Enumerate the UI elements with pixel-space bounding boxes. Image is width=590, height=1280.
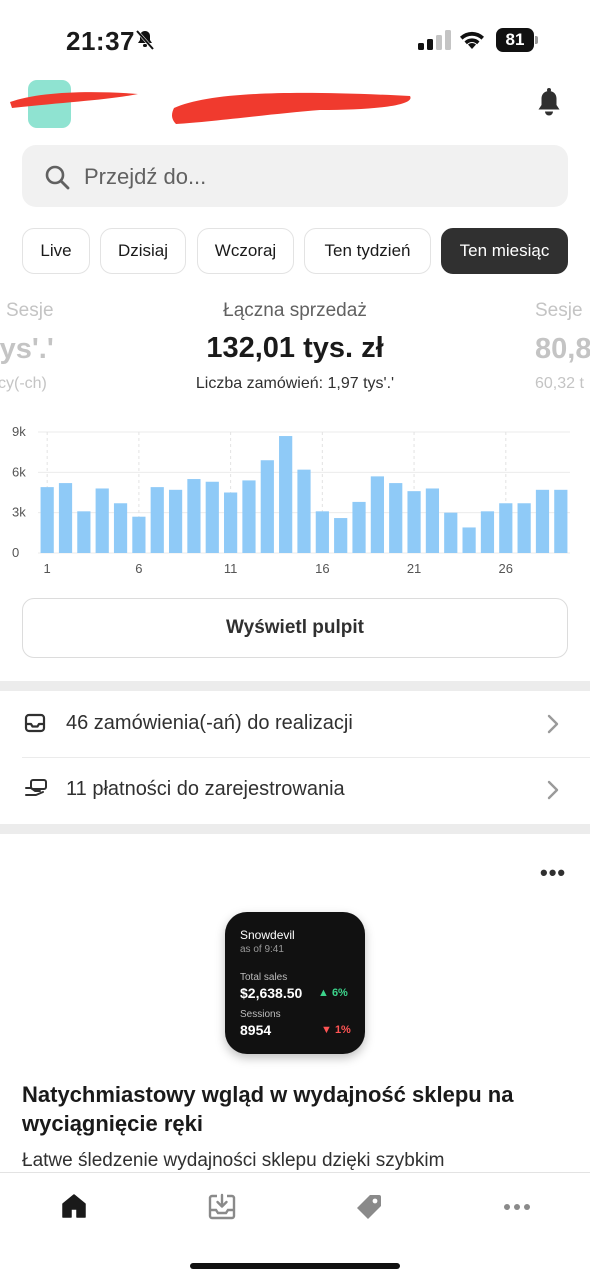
chart-bar: [113, 503, 128, 553]
task-row-orders[interactable]: 46 zamówienia(-ań) do realizacji: [0, 692, 590, 756]
chart-bar: [370, 476, 384, 553]
watch-store-name: Snowdevil: [240, 928, 295, 942]
task-row-payments[interactable]: 11 płatności do zarejestrowania: [0, 758, 590, 822]
metric-center-label: Łączna sprzedaż: [223, 300, 367, 321]
more-icon[interactable]: [503, 1203, 531, 1211]
metric-center-sub: Liczba zamówień: 1,97 tys'.': [195, 375, 395, 392]
date-range-chips: Live Dzisiaj Wczoraj Ten tydzień Ten mie…: [22, 228, 568, 274]
chevron-right-icon: [547, 714, 559, 734]
more-options-button[interactable]: •••: [540, 860, 566, 886]
chart-bar: [224, 492, 238, 553]
chart-x-tick: 11: [224, 561, 238, 576]
chart-bar: [444, 512, 458, 553]
app-header: [0, 76, 590, 132]
chart-bar: [315, 511, 329, 553]
battery-level: 81: [496, 28, 534, 52]
cellular-signal-icon: [418, 30, 451, 50]
chart-bar: [150, 487, 164, 553]
chart-x-tick: 16: [315, 561, 329, 576]
watch-sales-value: $2,638.50: [240, 985, 303, 1001]
chart-bar: [132, 516, 146, 553]
home-icon[interactable]: [61, 1193, 87, 1219]
task-text-payments: 11 płatności do zarejestrowania: [66, 778, 345, 800]
task-text-orders: 46 zamówienia(-ań) do realizacji: [66, 712, 353, 734]
chart-bar: [168, 489, 183, 553]
view-dashboard-button[interactable]: Wyświetl pulpit: [22, 598, 568, 658]
chart-bar: [499, 503, 513, 553]
bottom-tab-bar: [0, 1172, 590, 1280]
inbox-icon: [24, 713, 46, 733]
chart-bar: [242, 480, 256, 553]
redaction-mark: [172, 92, 411, 124]
metric-center-value: 132,01 tys. zł: [206, 332, 384, 364]
notification-bell-icon[interactable]: [536, 88, 562, 118]
chart-x-tick: 21: [407, 561, 421, 576]
chart-bar: [480, 511, 495, 553]
sales-bar-chart[interactable]: 0 3k 6k 9k 1 6 11 16 21 26: [0, 420, 590, 585]
promo-body: Łatwe śledzenie wydajności sklepu dzięki…: [22, 1150, 445, 1171]
metric-right-sub: 60,32 t: [535, 375, 584, 392]
chart-bar: [297, 469, 311, 553]
search-bar[interactable]: Przejdź do...: [22, 145, 568, 207]
wifi-icon: [460, 31, 484, 49]
chart-bar: [352, 501, 366, 553]
status-bar: 21:37 81: [0, 0, 590, 80]
watch-sales-label: Total sales: [240, 972, 288, 983]
chart-x-tick: 6: [135, 561, 142, 576]
chart-bar: [77, 511, 91, 553]
chart-bar: [425, 488, 440, 553]
chip-today[interactable]: Dzisiaj: [100, 228, 186, 274]
chart-bar: [95, 488, 109, 553]
chevron-right-icon: [547, 780, 559, 800]
chart-bar: [260, 460, 274, 553]
chart-y-tick: 0: [12, 545, 19, 560]
metrics-carousel[interactable]: Sesje tys'.' cy(-ch) Łączna sprzedaż 132…: [0, 296, 590, 406]
chart-x-tick: 26: [499, 561, 513, 576]
section-divider: [0, 681, 590, 691]
watch-as-of: as of 9:41: [240, 944, 284, 955]
muted-bell-icon: [135, 30, 155, 50]
chart-y-tick: 3k: [12, 505, 26, 520]
battery-indicator: 81: [496, 28, 540, 52]
status-time: 21:37: [66, 26, 135, 56]
chip-yesterday[interactable]: Wczoraj: [197, 228, 294, 274]
watch-sales-change: ▲ 6%: [318, 987, 348, 999]
chart-x-tick: 1: [44, 561, 51, 576]
chart-bar: [187, 479, 201, 553]
chart-bar: [389, 483, 403, 553]
metric-right-value: 80,8: [535, 333, 590, 365]
chip-this-month[interactable]: Ten miesiąc: [441, 228, 568, 274]
chart-y-tick: 6k: [12, 464, 26, 479]
chart-bar: [517, 503, 531, 553]
redaction-mark: [10, 92, 138, 108]
chart-bar: [334, 518, 348, 553]
home-indicator: [190, 1263, 400, 1269]
watch-sessions-value: 8954: [240, 1022, 272, 1038]
watch-sessions-label: Sessions: [240, 1009, 281, 1020]
watch-sessions-change: ▼ 1%: [321, 1024, 351, 1036]
chart-bar: [407, 491, 421, 553]
smartwatch-illustration: Snowdevil as of 9:41 Total sales $2,638.…: [225, 912, 365, 1054]
search-icon: [45, 165, 70, 190]
chip-this-week[interactable]: Ten tydzień: [304, 228, 431, 274]
promo-title: Natychmiastowy wgląd w wydajność sklepu …: [22, 1082, 514, 1136]
chart-y-tick: 9k: [12, 424, 26, 439]
chart-bar: [462, 527, 476, 553]
chart-bar: [58, 483, 73, 553]
section-divider: [0, 824, 590, 834]
chart-bar: [279, 436, 293, 553]
chart-bar: [205, 481, 219, 553]
hand-payment-icon: [25, 779, 47, 796]
metric-right-label: Sesje: [535, 300, 583, 321]
tag-icon[interactable]: [355, 1193, 383, 1221]
chip-live[interactable]: Live: [22, 228, 90, 274]
chart-bar: [40, 487, 54, 553]
search-placeholder: Przejdź do...: [84, 164, 207, 189]
chart-svg: 03k6k9k1 6 11 16 21 26: [12, 424, 570, 576]
chart-bar: [554, 489, 568, 553]
inbox-download-icon[interactable]: [208, 1193, 236, 1221]
chart-bar: [535, 489, 550, 553]
